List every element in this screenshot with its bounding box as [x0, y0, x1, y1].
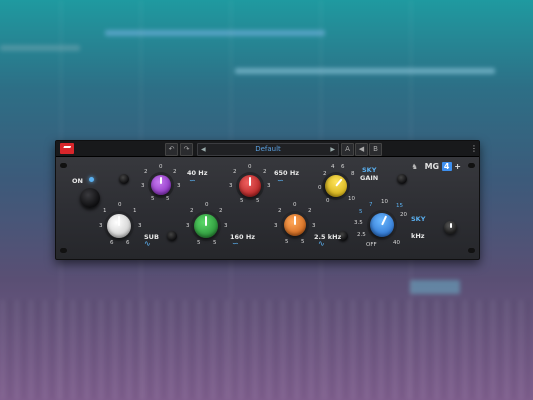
- band-2k5-knob[interactable]: [284, 214, 306, 236]
- high-shelf-icon: ∿: [318, 239, 325, 248]
- copy-arrow-button[interactable]: ◀: [355, 143, 368, 156]
- bg-track: [235, 68, 495, 74]
- band-40hz-knob[interactable]: [151, 175, 171, 195]
- plugin-panel: ↶ ↷ ◀ Default ▶ A ◀ B ⋮ ON ♞ MG 4 + 0 1 …: [55, 140, 480, 260]
- preset-name: Default: [255, 145, 281, 153]
- rack-screw: [60, 163, 67, 168]
- peak-icon: ∽: [232, 239, 239, 248]
- sky-gain-label1: SKY: [362, 166, 377, 174]
- lowcut-switch[interactable]: [119, 174, 129, 184]
- sub-switch[interactable]: [167, 231, 177, 241]
- band-650hz-knob[interactable]: [239, 175, 261, 197]
- brand-version: 4: [441, 162, 452, 171]
- power-label: ON: [72, 177, 83, 185]
- plugin-toolbar: ↶ ↷ ◀ Default ▶ A ◀ B ⋮: [56, 141, 479, 157]
- power-led: [89, 177, 94, 182]
- sky-freq-label1: SKY: [411, 215, 426, 223]
- peak-icon: ∽: [277, 176, 284, 185]
- bg-mixer: [0, 300, 533, 400]
- bg-track: [105, 30, 325, 36]
- compare-a-button[interactable]: A: [341, 143, 354, 156]
- sub-knob[interactable]: [107, 214, 131, 238]
- power-button[interactable]: [80, 188, 100, 208]
- animal-logo-icon: ♞: [411, 163, 418, 171]
- brand-suffix: +: [454, 162, 461, 171]
- product-logo: ♞ MG 4 +: [412, 162, 461, 171]
- vendor-logo: [60, 143, 74, 154]
- output-trim-knob[interactable]: [444, 221, 457, 234]
- rack-screw: [60, 248, 67, 253]
- sky-freq-label2: kHz: [411, 232, 425, 240]
- rack-screw: [468, 163, 475, 168]
- preset-next-icon[interactable]: ▶: [330, 144, 335, 155]
- compare-b-button[interactable]: B: [369, 143, 382, 156]
- redo-button[interactable]: ↷: [180, 143, 193, 156]
- menu-icon[interactable]: ⋮: [470, 143, 478, 154]
- undo-button[interactable]: ↶: [165, 143, 178, 156]
- bg-track: [0, 45, 80, 51]
- low-shelf-icon: ∿: [144, 239, 151, 248]
- band-160hz-knob[interactable]: [194, 214, 218, 238]
- sky-gain-switch[interactable]: [397, 174, 407, 184]
- rack-screw: [468, 248, 475, 253]
- brand-model: MG: [424, 162, 440, 171]
- sky-gain-label2: GAIN: [360, 174, 379, 182]
- bg-track: [410, 280, 460, 294]
- peak-icon: ∽: [189, 176, 196, 185]
- preset-selector[interactable]: ◀ Default ▶: [197, 143, 339, 156]
